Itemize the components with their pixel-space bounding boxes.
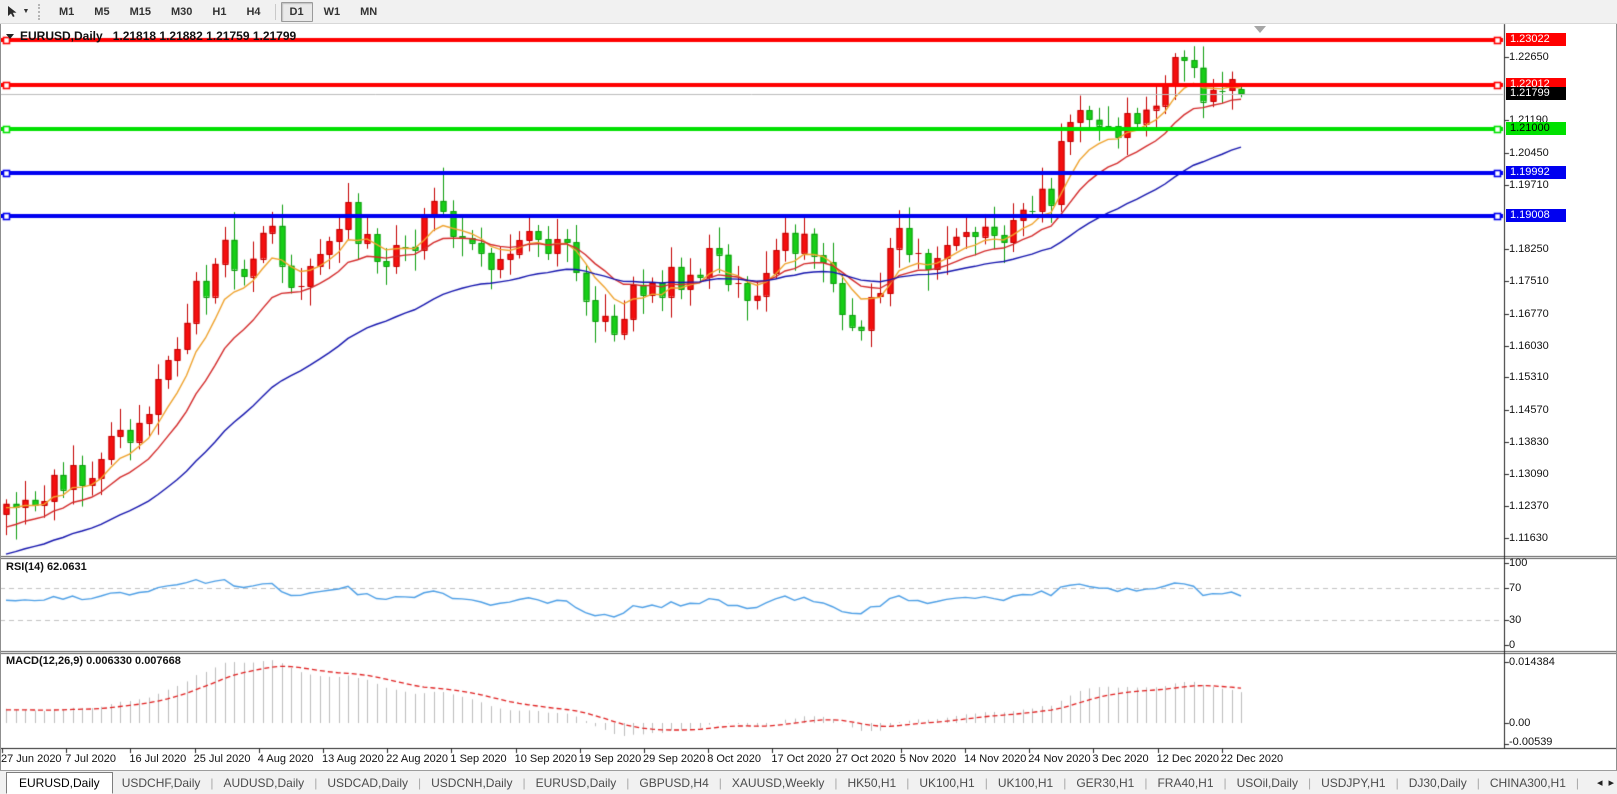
tab-audusd-daily[interactable]: AUDUSD,Daily bbox=[215, 773, 314, 793]
tab-dj30-daily[interactable]: DJ30,Daily bbox=[1400, 773, 1476, 793]
toolbar-separator bbox=[274, 3, 276, 20]
timeframe-button-m15[interactable]: M15 bbox=[121, 2, 160, 22]
toolbar-grip bbox=[38, 3, 43, 20]
date-label: 27 Oct 2020 bbox=[835, 753, 896, 765]
rsi-tick-label: 70 bbox=[1509, 581, 1522, 594]
current-price-label: 1.21799 bbox=[1506, 86, 1566, 100]
price-tick-label: 1.12370 bbox=[1509, 499, 1549, 512]
tab-usoil-daily[interactable]: USOil,Daily bbox=[1228, 773, 1307, 793]
rsi-tick-label: 30 bbox=[1509, 614, 1522, 627]
tab-china300-h1[interactable]: CHINA300,H1 bbox=[1481, 773, 1575, 793]
chart-symbol-label: EURUSD,Daily bbox=[20, 29, 103, 43]
date-label: 25 Jul 2020 bbox=[193, 753, 251, 765]
macd-indicator-label: MACD(12,26,9) 0.006330 0.007668 bbox=[6, 655, 181, 667]
timeframe-buttons: M1 M5 M15 M30 H1 H4 D1 W1 MN bbox=[49, 1, 387, 22]
price-tick-label: 1.16030 bbox=[1509, 339, 1549, 352]
date-label: 17 Oct 2020 bbox=[771, 753, 832, 765]
hline-price-label-121000: 1.21000 bbox=[1506, 121, 1566, 135]
date-label: 12 Dec 2020 bbox=[1156, 753, 1219, 765]
timeframe-button-h4[interactable]: H4 bbox=[237, 2, 269, 22]
price-tick-label: 1.22650 bbox=[1509, 50, 1549, 63]
timeframe-button-d1[interactable]: D1 bbox=[280, 1, 313, 22]
price-tick-label: 1.16770 bbox=[1509, 307, 1549, 320]
date-label: 7 Jul 2020 bbox=[65, 753, 116, 765]
cursor-dropdown-caret-icon[interactable]: ▼ bbox=[20, 3, 32, 21]
tab-usdcad-daily[interactable]: USDCAD,Daily bbox=[318, 773, 417, 793]
date-label: 14 Nov 2020 bbox=[964, 753, 1027, 765]
rsi-indicator-label: RSI(14) 62.0631 bbox=[6, 561, 87, 573]
tab-scroll-right-icon[interactable]: ▸ bbox=[1608, 776, 1614, 789]
macd-tick-label: -0.00539 bbox=[1509, 736, 1553, 748]
timeframe-button-w1[interactable]: W1 bbox=[315, 2, 350, 22]
price-tick-label: 1.20450 bbox=[1509, 146, 1549, 159]
rsi-tick-label: 100 bbox=[1509, 557, 1528, 569]
chart-tabbar: EURUSD,Daily USDCHF,Daily | AUDUSD,Daily | US… bbox=[0, 770, 1617, 794]
tab-fra40-h1[interactable]: FRA40,H1 bbox=[1148, 773, 1222, 793]
tab-eurusd-daily[interactable]: EURUSD,Daily bbox=[527, 773, 626, 793]
date-label: 22 Dec 2020 bbox=[1220, 753, 1284, 765]
tab-ger30-h1[interactable]: GER30,H1 bbox=[1067, 773, 1143, 793]
date-label: 29 Sep 2020 bbox=[643, 753, 706, 765]
tab-uk100-h1[interactable]: UK100,H1 bbox=[910, 773, 983, 793]
date-label: 4 Aug 2020 bbox=[257, 753, 314, 765]
price-tick-label: 1.19710 bbox=[1509, 179, 1549, 192]
cursor-tool-icon[interactable] bbox=[4, 3, 20, 21]
chart-title: EURUSD,Daily 1.21818 1.21882 1.21759 1.2… bbox=[6, 29, 296, 43]
price-tick-label: 1.15310 bbox=[1509, 371, 1549, 384]
chart-shift-triangle-icon[interactable] bbox=[1254, 26, 1266, 33]
date-label: 22 Aug 2020 bbox=[386, 753, 448, 765]
tab-usdcnh-daily[interactable]: USDCNH,Daily bbox=[422, 773, 521, 793]
price-tick-label: 1.13090 bbox=[1509, 468, 1549, 481]
timeframe-button-mn[interactable]: MN bbox=[351, 2, 386, 22]
price-chart-canvas[interactable] bbox=[0, 0, 1617, 793]
price-tick-label: 1.14570 bbox=[1509, 403, 1549, 416]
chart-ohlc-values: 1.21818 1.21882 1.21759 1.21799 bbox=[112, 29, 297, 43]
date-label: 13 Aug 2020 bbox=[322, 753, 384, 765]
date-label: 1 Sep 2020 bbox=[450, 753, 507, 765]
tab-scroll-buttons: ◂ ▸ bbox=[1597, 771, 1614, 794]
date-label: 8 Oct 2020 bbox=[707, 753, 762, 765]
timeframe-button-m30[interactable]: M30 bbox=[162, 2, 201, 22]
tab-gbpusd-h4[interactable]: GBPUSD,H4 bbox=[630, 773, 717, 793]
hline-price-label-119008: 1.19008 bbox=[1506, 208, 1566, 222]
rsi-tick-label: 0 bbox=[1509, 639, 1516, 651]
date-label: 27 Jun 2020 bbox=[1, 753, 62, 765]
tab-u[interactable]: U bbox=[1580, 773, 1583, 793]
date-label: 10 Sep 2020 bbox=[514, 753, 577, 765]
date-label: 5 Nov 2020 bbox=[899, 753, 957, 765]
tab-usdchf-daily[interactable]: USDCHF,Daily bbox=[113, 773, 210, 793]
hline-price-label-123022: 1.23022 bbox=[1506, 33, 1566, 47]
price-tick-label: 1.18250 bbox=[1509, 242, 1549, 255]
tab-hk50-h1[interactable]: HK50,H1 bbox=[838, 773, 905, 793]
chart-tabs: EURUSD,Daily USDCHF,Daily | AUDUSD,Daily | US… bbox=[0, 771, 1583, 794]
price-tick-label: 1.13830 bbox=[1509, 436, 1549, 449]
price-tick-label: 1.11630 bbox=[1509, 532, 1548, 545]
tab-scroll-left-icon[interactable]: ◂ bbox=[1597, 776, 1603, 789]
timeframe-button-m1[interactable]: M1 bbox=[50, 2, 83, 22]
date-label: 19 Sep 2020 bbox=[578, 753, 642, 765]
chart-menu-caret-icon[interactable] bbox=[6, 33, 14, 39]
date-label: 24 Nov 2020 bbox=[1028, 753, 1091, 765]
price-tick-label: 1.17510 bbox=[1509, 275, 1549, 288]
tab-uk100-h1[interactable]: UK100,H1 bbox=[989, 773, 1062, 793]
date-label: 16 Jul 2020 bbox=[129, 753, 187, 765]
timeframe-button-h1[interactable]: H1 bbox=[203, 2, 235, 22]
hline-price-label-119992: 1.19992 bbox=[1506, 165, 1566, 179]
tab-xauusd-weekly[interactable]: XAUUSD,Weekly bbox=[723, 773, 833, 793]
macd-tick-label: 0.014384 bbox=[1509, 655, 1555, 668]
tab-eurusd-daily[interactable]: EURUSD,Daily bbox=[6, 771, 113, 794]
toolbar: ▼ M1 M5 M15 M30 H1 H4 D1 W1 MN bbox=[0, 0, 1617, 24]
timeframe-button-m5[interactable]: M5 bbox=[85, 2, 118, 22]
macd-tick-label: 0.00 bbox=[1509, 717, 1531, 729]
tab-usdjpy-h1[interactable]: USDJPY,H1 bbox=[1312, 773, 1394, 793]
date-label: 3 Dec 2020 bbox=[1092, 753, 1149, 765]
